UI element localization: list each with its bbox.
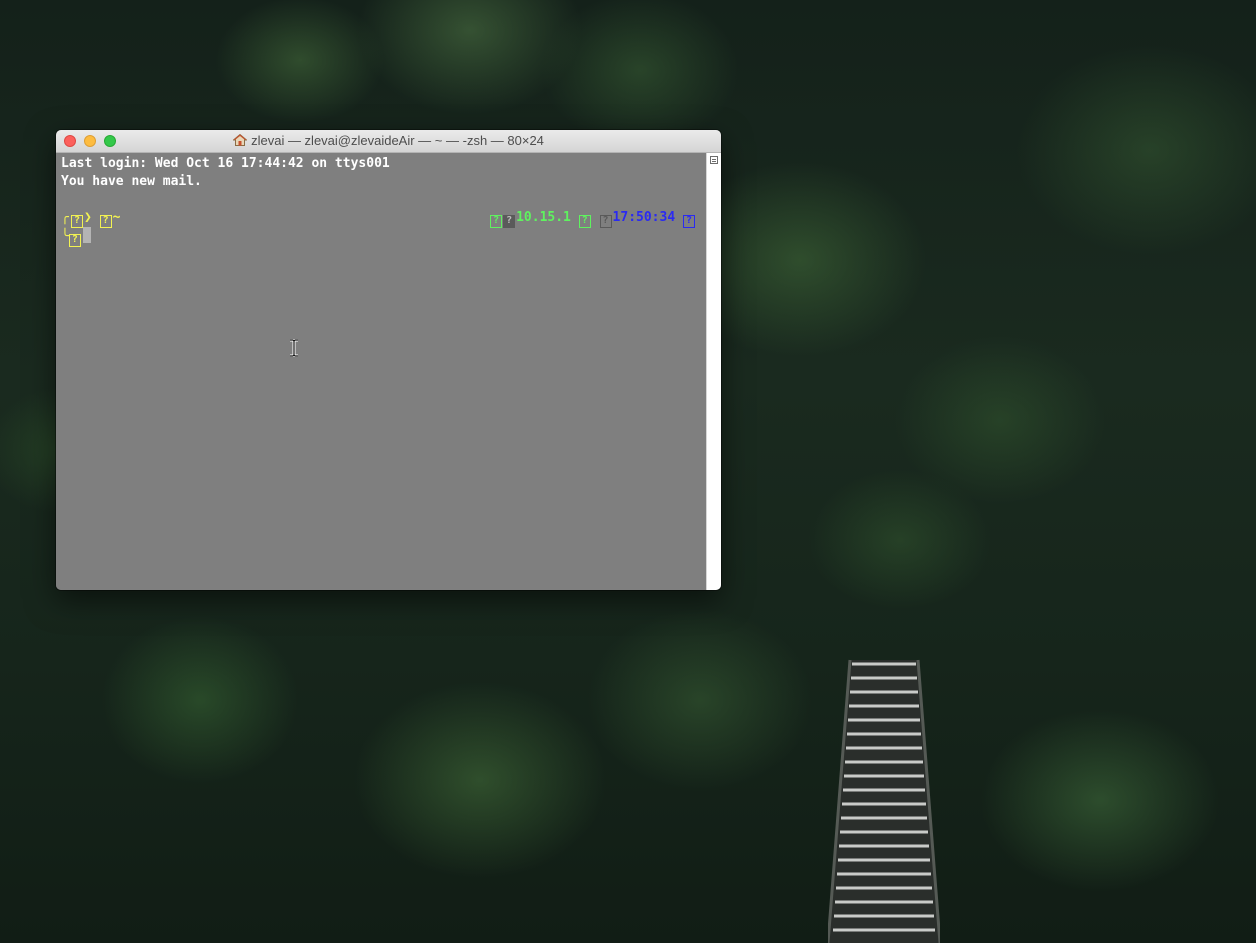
- terminal-output[interactable]: Last login: Wed Oct 16 17:44:42 on ttys0…: [56, 153, 706, 590]
- title-bar[interactable]: zlevai — zlevai@zlevaideAir — ~ — -zsh —…: [56, 130, 721, 153]
- scrollbar[interactable]: [706, 153, 721, 590]
- prompt-corner-bottom: ╰: [61, 229, 69, 244]
- last-login-line: Last login: Wed Oct 16 17:44:42 on ttys0…: [61, 156, 390, 171]
- prompt-right: ?10.15.1 ? ?17:50:34 ?: [490, 209, 696, 228]
- prompt-corner-top: ╭: [61, 210, 69, 225]
- scroll-marker-icon: [710, 156, 718, 164]
- os-version: 10.15.1: [516, 210, 571, 225]
- home-icon: [233, 134, 248, 146]
- missing-glyph-icon: ?: [68, 234, 81, 247]
- missing-glyph-icon: ?: [599, 215, 612, 228]
- missing-glyph-icon: ?: [490, 215, 503, 228]
- window-title-text: zlevai — zlevai@zlevaideAir — ~ — -zsh —…: [251, 133, 544, 148]
- missing-glyph-icon: ?: [99, 215, 112, 228]
- input-line[interactable]: ╰?: [61, 227, 706, 247]
- prompt-time: 17:50:34: [612, 210, 676, 225]
- new-mail-line: You have new mail.: [61, 174, 202, 189]
- window-title: zlevai — zlevai@zlevaideAir — ~ — -zsh —…: [56, 130, 721, 152]
- text-cursor: [82, 227, 91, 243]
- prompt-left: ╭? ❯ ? ~: [61, 210, 121, 228]
- ibeam-cursor-icon: [290, 339, 298, 357]
- wallpaper-bridge: [828, 659, 940, 943]
- missing-glyph-icon: ?: [683, 215, 695, 228]
- prompt-line: ╭?❯ ?~ ?10.15.1 ? ?17:50:34 ?: [61, 209, 706, 228]
- terminal-window[interactable]: zlevai — zlevai@zlevaideAir — ~ — -zsh —…: [56, 130, 721, 590]
- missing-glyph-icon: [503, 215, 516, 228]
- prompt-arrow: ❯: [84, 210, 92, 225]
- missing-glyph-icon: ?: [71, 215, 83, 228]
- prompt-cwd: ~: [112, 210, 121, 225]
- missing-glyph-icon: ?: [578, 215, 591, 228]
